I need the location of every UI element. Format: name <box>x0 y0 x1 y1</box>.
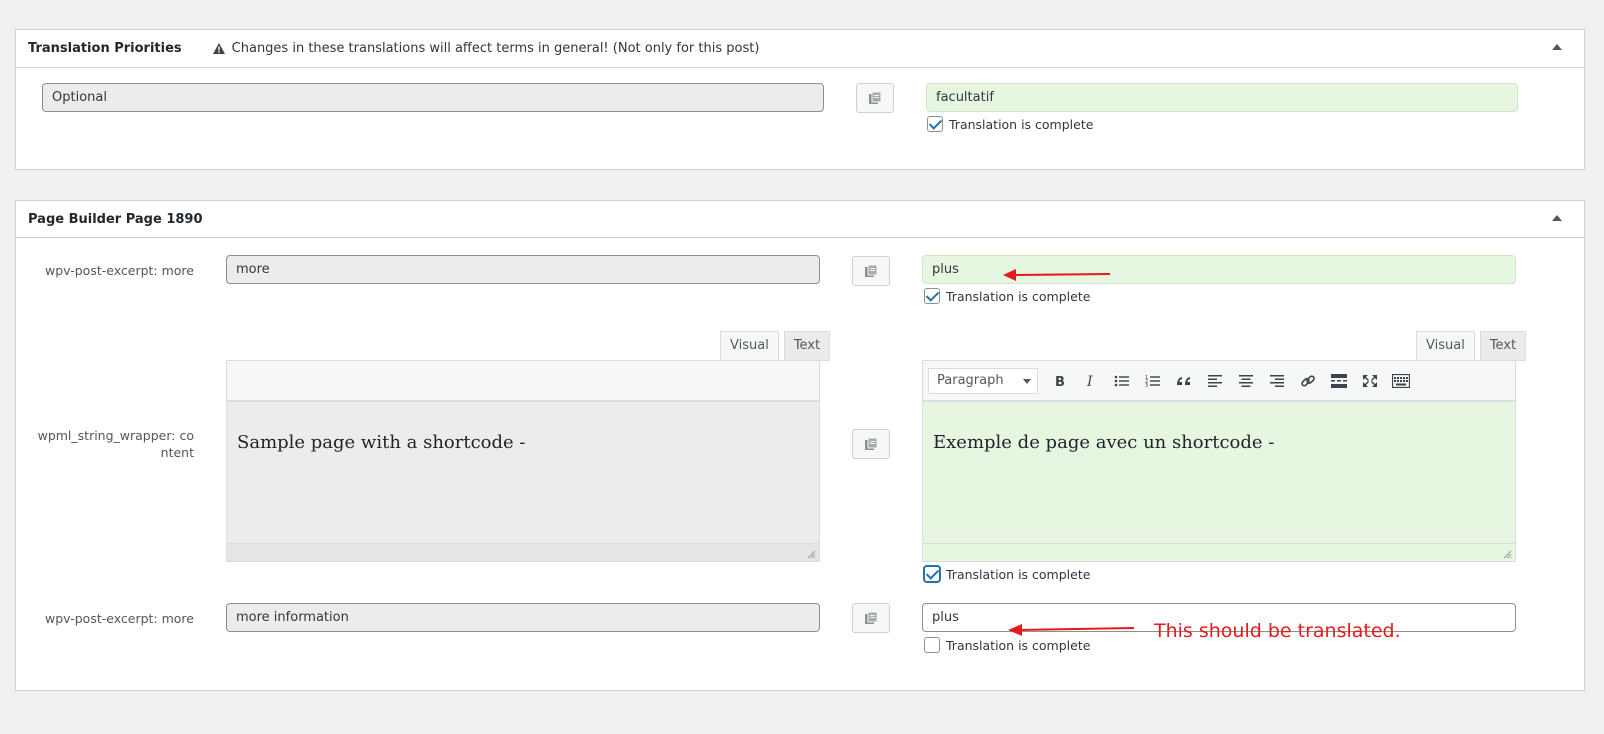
translation-complete-checkbox[interactable]: Translation is complete <box>924 566 1090 582</box>
translation-input[interactable]: facultatif <box>926 83 1518 112</box>
editor-statusbar <box>923 543 1515 561</box>
source-input[interactable]: more <box>226 255 820 284</box>
tab-text[interactable]: Text <box>783 331 831 361</box>
warning-message: Changes in these translations will affec… <box>212 41 760 56</box>
translation-editor-tabs: Visual Text <box>1411 331 1527 361</box>
svg-text:3: 3 <box>1145 383 1148 388</box>
translation-editor-toolbar: Paragraph B I 1 2 3 <box>923 361 1515 402</box>
keyboard-icon <box>1391 373 1410 388</box>
numbered-list-icon: 1 2 3 <box>1145 375 1160 388</box>
translation-editor[interactable]: Paragraph B I 1 2 3 Exemple de page avec… <box>922 360 1516 562</box>
copy-icon <box>865 611 878 624</box>
fullscreen-icon <box>1362 374 1377 387</box>
source-editor-content[interactable]: Sample page with a shortcode - <box>227 402 819 453</box>
translation-complete-checkbox[interactable]: Translation is complete <box>927 116 1093 132</box>
copy-button[interactable] <box>852 256 890 286</box>
copy-icon <box>865 264 878 277</box>
collapse-toggle-icon[interactable] <box>1552 44 1562 50</box>
checkbox-label: Translation is complete <box>949 116 1094 132</box>
panel-header: Translation Priorities Changes in these … <box>16 30 1584 68</box>
panel-header: Page Builder Page 1890 <box>16 201 1584 238</box>
panel-title: Translation Priorities <box>28 41 182 56</box>
copy-button[interactable] <box>852 429 890 459</box>
align-left-icon <box>1207 374 1222 387</box>
bullet-list-icon <box>1114 375 1129 386</box>
toolbar-toggle-button[interactable] <box>1385 367 1416 395</box>
copy-button[interactable] <box>852 603 890 633</box>
read-more-icon <box>1330 373 1347 388</box>
source-input[interactable]: Optional <box>42 83 824 112</box>
blockquote-button[interactable] <box>1168 367 1199 395</box>
align-right-button[interactable] <box>1261 367 1292 395</box>
align-right-icon <box>1269 374 1284 387</box>
checkbox-label: Translation is complete <box>946 566 1091 582</box>
translation-editor-content[interactable]: Exemple de page avec un shortcode - <box>923 402 1515 453</box>
warning-icon <box>212 42 225 54</box>
source-input[interactable]: more information <box>226 603 820 632</box>
resize-handle-icon[interactable] <box>1502 549 1512 559</box>
panel-title: Page Builder Page 1890 <box>28 211 203 227</box>
bullet-list-button[interactable] <box>1106 367 1137 395</box>
field-label: wpv-post-excerpt: more <box>45 263 194 278</box>
insert-link-button[interactable] <box>1292 367 1323 395</box>
fullscreen-button[interactable] <box>1354 367 1385 395</box>
translation-input[interactable]: plus <box>922 255 1516 284</box>
tab-text[interactable]: Text <box>1479 331 1527 361</box>
svg-text:I: I <box>1086 374 1093 388</box>
translation-complete-checkbox[interactable]: Translation is complete <box>924 288 1090 304</box>
editor-statusbar <box>227 543 819 561</box>
checkbox-unchecked[interactable] <box>924 637 940 653</box>
resize-handle-icon[interactable] <box>806 549 816 559</box>
blockquote-icon <box>1176 376 1190 385</box>
italic-icon: I <box>1086 374 1093 388</box>
read-more-button[interactable] <box>1323 367 1354 395</box>
collapse-toggle-icon[interactable] <box>1552 215 1562 221</box>
translation-priorities-panel: Translation Priorities Changes in these … <box>15 29 1585 170</box>
format-select[interactable]: Paragraph <box>928 367 1038 394</box>
checkbox-checked[interactable] <box>924 566 940 582</box>
field-label: wpml_string_wrapper: co ntent <box>37 428 194 460</box>
align-left-button[interactable] <box>1199 367 1230 395</box>
link-icon <box>1300 374 1315 387</box>
bold-icon: B <box>1055 375 1065 388</box>
align-center-icon <box>1238 374 1253 387</box>
copy-icon <box>869 91 882 104</box>
field-label: wpv-post-excerpt: more <box>45 611 194 626</box>
translation-complete-checkbox[interactable]: Translation is complete <box>924 637 1090 653</box>
checkbox-label: Translation is complete <box>946 288 1091 304</box>
copy-button[interactable] <box>856 83 894 113</box>
source-editor-tabs: Visual Text <box>715 331 831 361</box>
copy-icon <box>865 437 878 450</box>
svg-text:B: B <box>1055 375 1065 388</box>
source-editor[interactable]: Sample page with a shortcode - <box>226 360 820 562</box>
numbered-list-button[interactable]: 1 2 3 <box>1137 367 1168 395</box>
checkbox-label: Translation is complete <box>946 637 1091 653</box>
page-builder-panel: Page Builder Page 1890 wpv-post-excerpt:… <box>15 200 1585 691</box>
source-editor-toolbar <box>227 361 819 402</box>
checkbox-checked[interactable] <box>924 288 940 304</box>
bold-button[interactable]: B <box>1044 367 1075 395</box>
align-center-button[interactable] <box>1230 367 1261 395</box>
warning-text: Changes in these translations will affec… <box>231 41 760 56</box>
annotation-text: This should be translated. <box>1154 620 1401 642</box>
tab-visual[interactable]: Visual <box>1416 331 1475 361</box>
checkbox-checked[interactable] <box>927 116 943 132</box>
italic-button[interactable]: I <box>1075 367 1106 395</box>
tab-visual[interactable]: Visual <box>720 331 779 361</box>
